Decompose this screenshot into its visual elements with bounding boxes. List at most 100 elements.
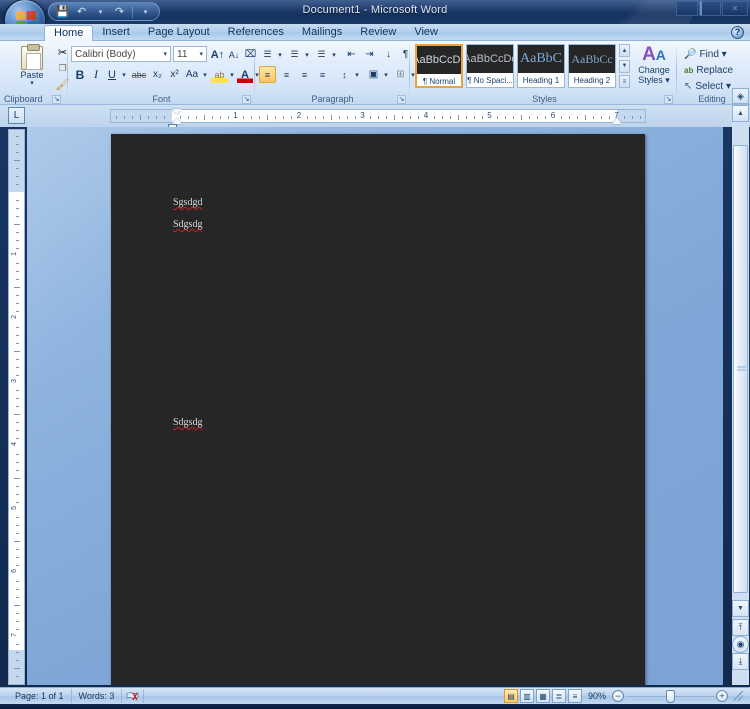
view-full-screen-reading[interactable]: ▥ xyxy=(519,689,534,703)
font-name-input[interactable]: Calibri (Body) ▾ xyxy=(71,46,171,62)
grow-font-button[interactable]: A↑ xyxy=(209,46,226,63)
scroll-up-button[interactable]: ▲ xyxy=(732,105,749,122)
scrollbar-thumb[interactable] xyxy=(733,145,748,593)
zoom-level-label[interactable]: 90% xyxy=(584,691,610,701)
strikethrough-button[interactable]: abc xyxy=(130,66,148,83)
styles-more-icon[interactable]: ≡ xyxy=(619,75,630,88)
change-case-dropdown[interactable]: ▾ xyxy=(201,66,209,83)
align-right-button[interactable]: ≡ xyxy=(296,66,313,83)
style-heading-1[interactable]: AaBbC Heading 1 xyxy=(517,44,565,88)
tab-home[interactable]: Home xyxy=(44,25,94,41)
tab-review[interactable]: Review xyxy=(351,24,405,41)
vertical-ruler[interactable]: 1 2 3 4 5 6 7 xyxy=(8,129,25,685)
select-button[interactable]: ↖ Select ▾ xyxy=(684,79,731,94)
justify-button[interactable]: ≡ xyxy=(314,66,331,83)
view-web-layout[interactable]: ▦ xyxy=(535,689,550,703)
zoom-slider[interactable] xyxy=(626,690,714,703)
change-styles-button[interactable]: AA Change Styles ▾ xyxy=(634,44,674,92)
borders-button[interactable]: ⊞ xyxy=(392,66,409,83)
document-canvas[interactable]: Sgsdgd Sdgsdg Sdgsdg xyxy=(27,127,723,685)
style-heading-2[interactable]: AaBbCc Heading 2 xyxy=(568,44,616,88)
styles-scroll-down-icon[interactable]: ▼ xyxy=(619,59,630,73)
next-page-button[interactable]: ⤓ xyxy=(732,653,749,670)
subscript-button[interactable]: x₂ xyxy=(149,66,166,83)
paragraph-dialog-launcher[interactable]: ↘ xyxy=(397,95,406,104)
bullets-dropdown[interactable]: ▾ xyxy=(276,46,284,63)
shrink-font-button[interactable]: A↓ xyxy=(226,46,242,63)
underline-dropdown[interactable]: ▾ xyxy=(120,66,128,83)
vertical-scrollbar[interactable]: ▲ ⤒ ◉ ⤓ ▼ xyxy=(732,105,749,685)
close-button[interactable]: ✕ xyxy=(722,1,748,16)
view-outline[interactable]: ≣ xyxy=(551,689,566,703)
italic-button[interactable]: I xyxy=(88,66,104,83)
underline-button[interactable]: U xyxy=(104,66,120,83)
styles-scroll-up-icon[interactable]: ▲ xyxy=(619,44,630,57)
undo-icon[interactable]: ↶ xyxy=(73,4,90,20)
multilevel-dropdown[interactable]: ▾ xyxy=(330,46,338,63)
font-color-button[interactable]: A xyxy=(237,66,253,83)
tab-mailings[interactable]: Mailings xyxy=(293,24,351,41)
customize-qat-icon[interactable]: ▾ xyxy=(137,4,154,20)
numbering-dropdown[interactable]: ▾ xyxy=(303,46,311,63)
decrease-indent-icon: ⇤ xyxy=(347,49,356,60)
zoom-in-button[interactable]: + xyxy=(716,690,728,702)
word-count[interactable]: Words: 3 xyxy=(72,689,123,703)
redo-icon[interactable]: ↷ xyxy=(111,4,128,20)
horizontal-ruler[interactable]: 1234567 xyxy=(110,109,646,129)
paste-button[interactable]: Paste ▾ xyxy=(12,44,52,92)
undo-dropdown-icon[interactable]: ▾ xyxy=(92,4,109,20)
right-indent-marker[interactable] xyxy=(612,118,622,124)
tab-references[interactable]: References xyxy=(219,24,293,41)
tab-page-layout[interactable]: Page Layout xyxy=(139,24,219,41)
previous-page-button[interactable]: ⤒ xyxy=(732,619,749,636)
scroll-down-button[interactable]: ▼ xyxy=(732,600,749,617)
replace-button[interactable]: ab Replace xyxy=(684,63,733,78)
paste-dropdown-icon[interactable]: ▾ xyxy=(30,79,34,87)
tab-view[interactable]: View xyxy=(405,24,447,41)
line-spacing-dropdown[interactable]: ▾ xyxy=(353,66,361,83)
select-browse-object-top[interactable]: ◈ xyxy=(732,88,749,104)
shading-dropdown[interactable]: ▾ xyxy=(382,66,390,83)
align-left-button[interactable]: ≡ xyxy=(259,66,276,83)
align-center-button[interactable]: ≡ xyxy=(278,66,295,83)
change-case-button[interactable]: Aa xyxy=(183,66,201,83)
browse-object-button[interactable]: ◉ xyxy=(732,636,749,653)
highlight-dropdown[interactable]: ▾ xyxy=(228,66,236,83)
numbering-button[interactable]: ☰ xyxy=(286,46,303,63)
shading-button[interactable]: ▣ xyxy=(365,66,382,83)
view-print-layout[interactable]: ▤ xyxy=(503,689,518,703)
tab-insert[interactable]: Insert xyxy=(93,24,139,41)
multilevel-list-button[interactable]: ☰ xyxy=(313,46,330,63)
style-no-spacing[interactable]: AaBbCcDc ¶ No Spaci... xyxy=(466,44,514,88)
show-formatting-marks-button[interactable]: ¶ xyxy=(398,46,413,63)
sort-button[interactable]: ↓ xyxy=(380,46,397,63)
tab-stop-selector[interactable]: L xyxy=(8,107,25,124)
styles-dialog-launcher[interactable]: ↘ xyxy=(664,95,673,104)
superscript-button[interactable]: x² xyxy=(166,66,183,83)
increase-indent-button[interactable]: ⇥ xyxy=(361,46,378,63)
maximize-button[interactable] xyxy=(699,1,721,16)
bold-button[interactable]: B xyxy=(72,66,88,83)
document-page[interactable]: Sgsdgd Sdgsdg Sdgsdg xyxy=(111,134,645,685)
bullets-button[interactable]: ☰ xyxy=(259,46,276,63)
minimize-button[interactable] xyxy=(676,1,698,16)
resize-grip-icon[interactable] xyxy=(733,691,743,701)
highlight-color-button[interactable]: ab xyxy=(211,66,228,83)
line-spacing-button[interactable]: ↕ xyxy=(336,66,353,83)
help-icon[interactable]: ? xyxy=(731,26,744,39)
font-name-chevron-down-icon[interactable]: ▾ xyxy=(163,47,170,62)
zoom-out-button[interactable]: − xyxy=(612,690,624,702)
font-dialog-launcher[interactable]: ↘ xyxy=(242,95,251,104)
find-button[interactable]: 🔎 Find ▾ xyxy=(684,47,727,62)
zoom-slider-thumb[interactable] xyxy=(666,690,675,703)
view-draft[interactable]: ≡ xyxy=(567,689,582,703)
spell-check-status-button[interactable] xyxy=(122,689,145,703)
first-line-indent-marker[interactable] xyxy=(172,109,182,115)
font-size-chevron-down-icon[interactable]: ▾ xyxy=(199,47,206,62)
decrease-indent-button[interactable]: ⇤ xyxy=(343,46,360,63)
page-indicator[interactable]: Page: 1 of 1 xyxy=(8,689,72,703)
font-size-input[interactable]: 11 ▾ xyxy=(173,46,207,62)
save-icon[interactable]: 💾 xyxy=(54,4,71,20)
clipboard-dialog-launcher[interactable]: ↘ xyxy=(52,95,61,104)
style-normal[interactable]: AaBbCcDc ¶ Normal xyxy=(415,44,463,88)
